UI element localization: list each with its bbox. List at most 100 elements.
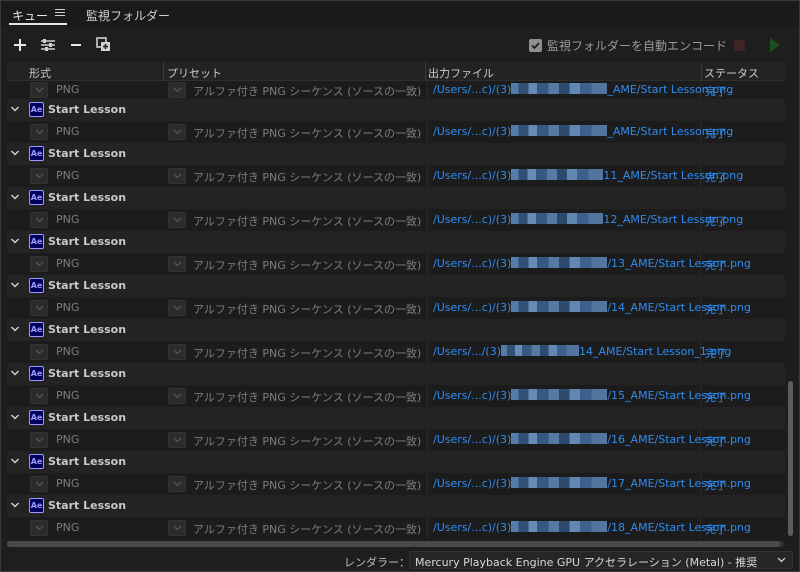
preset-value[interactable]: アルファ付き PNG シーケンス (ソースの一致) bbox=[193, 389, 421, 405]
expand-chevron-icon[interactable] bbox=[10, 104, 20, 114]
output-row[interactable]: PNG アルファ付き PNG シーケンス (ソースの一致) /Users/...… bbox=[7, 81, 785, 99]
status-value[interactable]: 完了 bbox=[705, 169, 727, 185]
add-source-button[interactable] bbox=[11, 36, 29, 54]
preset-value[interactable]: アルファ付き PNG シーケンス (ソースの一致) bbox=[193, 83, 421, 99]
panel-menu-icon[interactable] bbox=[55, 9, 65, 17]
expand-chevron-icon[interactable] bbox=[10, 368, 20, 378]
format-value[interactable]: PNG bbox=[56, 477, 79, 490]
preset-value[interactable]: アルファ付き PNG シーケンス (ソースの一致) bbox=[193, 345, 421, 361]
format-value[interactable]: PNG bbox=[56, 389, 79, 402]
column-header-format[interactable]: 形式 bbox=[29, 65, 51, 81]
status-value[interactable]: 完了 bbox=[705, 257, 727, 273]
format-value[interactable]: PNG bbox=[56, 83, 79, 96]
output-file-link[interactable]: /Users/...c)/(3) /15_AME/Start Lesson.png bbox=[433, 389, 751, 402]
format-dropdown[interactable] bbox=[30, 168, 48, 184]
output-file-link[interactable]: /Users/.../(3) 14_AME/Start Lesson_1.png bbox=[433, 345, 731, 358]
expand-chevron-icon[interactable] bbox=[10, 280, 20, 290]
status-value[interactable]: 完了 bbox=[705, 521, 727, 537]
output-row[interactable]: PNG アルファ付き PNG シーケンス (ソースの一致) /Users/...c)… bbox=[7, 429, 785, 451]
source-group-row[interactable]: Ae Start Lesson bbox=[7, 275, 785, 297]
expand-chevron-icon[interactable] bbox=[10, 236, 20, 246]
expand-chevron-icon[interactable] bbox=[10, 192, 20, 202]
expand-chevron-icon[interactable] bbox=[10, 324, 20, 334]
preset-dropdown[interactable] bbox=[168, 300, 186, 316]
output-row[interactable]: PNG アルファ付き PNG シーケンス (ソースの一致) /Users/...c)… bbox=[7, 165, 785, 187]
column-header-status[interactable]: ステータス bbox=[704, 65, 759, 81]
format-dropdown[interactable] bbox=[30, 256, 48, 272]
preset-dropdown[interactable] bbox=[168, 212, 186, 228]
tab-watch-folders[interactable]: 監視フォルダー bbox=[86, 7, 170, 24]
preset-settings-button[interactable] bbox=[39, 36, 57, 54]
format-value[interactable]: PNG bbox=[56, 213, 79, 226]
stop-button[interactable] bbox=[734, 40, 745, 51]
preset-value[interactable]: アルファ付き PNG シーケンス (ソースの一致) bbox=[193, 125, 421, 141]
column-header-preset[interactable]: プリセット bbox=[167, 65, 222, 81]
expand-chevron-icon[interactable] bbox=[10, 148, 20, 158]
preset-dropdown[interactable] bbox=[168, 82, 186, 98]
source-group-row[interactable]: Ae Start Lesson bbox=[7, 143, 785, 165]
expand-chevron-icon[interactable] bbox=[10, 500, 20, 510]
status-value[interactable]: 完了 bbox=[705, 389, 727, 405]
output-file-link[interactable]: /Users/...c)/(3) /14_AME/Start Lesson.png bbox=[433, 301, 751, 314]
status-value[interactable]: 完了 bbox=[705, 345, 727, 361]
source-group-row[interactable]: Ae Start Lesson bbox=[7, 231, 785, 253]
horizontal-scrollbar[interactable] bbox=[7, 541, 785, 547]
format-value[interactable]: PNG bbox=[56, 257, 79, 270]
preset-dropdown[interactable] bbox=[168, 168, 186, 184]
tab-queue[interactable]: キュー bbox=[12, 7, 48, 24]
source-group-row[interactable]: Ae Start Lesson bbox=[7, 451, 785, 473]
format-value[interactable]: PNG bbox=[56, 433, 79, 446]
preset-value[interactable]: アルファ付き PNG シーケンス (ソースの一致) bbox=[193, 477, 421, 493]
format-value[interactable]: PNG bbox=[56, 301, 79, 314]
format-dropdown[interactable] bbox=[30, 344, 48, 360]
preset-value[interactable]: アルファ付き PNG シーケンス (ソースの一致) bbox=[193, 257, 421, 273]
output-file-link[interactable]: /Users/...c)/(3) _AME/Start Lesson.png bbox=[433, 83, 733, 96]
vertical-scrollbar[interactable] bbox=[787, 81, 793, 540]
output-file-link[interactable]: /Users/...c)/(3) /18_AME/Start Lesson.png bbox=[433, 521, 751, 534]
preset-dropdown[interactable] bbox=[168, 476, 186, 492]
output-file-link[interactable]: /Users/...c)/(3) /13_AME/Start Lesson.png bbox=[433, 257, 751, 270]
source-group-row[interactable]: Ae Start Lesson bbox=[7, 495, 785, 517]
preset-value[interactable]: アルファ付き PNG シーケンス (ソースの一致) bbox=[193, 169, 421, 185]
output-row[interactable]: PNG アルファ付き PNG シーケンス (ソースの一致) /Users/...c)… bbox=[7, 473, 785, 495]
preset-value[interactable]: アルファ付き PNG シーケンス (ソースの一致) bbox=[193, 301, 421, 317]
expand-chevron-icon[interactable] bbox=[10, 412, 20, 422]
status-value[interactable]: 完了 bbox=[705, 83, 727, 99]
column-divider[interactable] bbox=[701, 62, 702, 81]
renderer-select[interactable]: Mercury Playback Engine GPU アクセラレーション (M… bbox=[409, 551, 793, 569]
horizontal-scroll-thumb[interactable] bbox=[7, 541, 781, 547]
duplicate-button[interactable] bbox=[95, 36, 113, 54]
expand-chevron-icon[interactable] bbox=[10, 456, 20, 466]
source-group-row[interactable]: Ae Start Lesson bbox=[7, 319, 785, 341]
format-dropdown[interactable] bbox=[30, 432, 48, 448]
status-value[interactable]: 完了 bbox=[705, 301, 727, 317]
vertical-scroll-thumb[interactable] bbox=[788, 381, 793, 536]
format-dropdown[interactable] bbox=[30, 82, 48, 98]
output-file-link[interactable]: /Users/...c)/(3) _AME/Start Lesson.png bbox=[433, 125, 733, 138]
column-header-output[interactable]: 出力ファイル bbox=[428, 65, 494, 81]
column-divider[interactable] bbox=[163, 62, 164, 81]
format-value[interactable]: PNG bbox=[56, 521, 79, 534]
output-row[interactable]: PNG アルファ付き PNG シーケンス (ソースの一致) /Users/...c)… bbox=[7, 517, 785, 539]
preset-value[interactable]: アルファ付き PNG シーケンス (ソースの一致) bbox=[193, 433, 421, 449]
format-value[interactable]: PNG bbox=[56, 345, 79, 358]
preset-value[interactable]: アルファ付き PNG シーケンス (ソースの一致) bbox=[193, 213, 421, 229]
output-row[interactable]: PNG アルファ付き PNG シーケンス (ソースの一致) /Users/...c)… bbox=[7, 297, 785, 319]
output-row[interactable]: PNG アルファ付き PNG シーケンス (ソースの一致) /Users/.../(… bbox=[7, 341, 785, 363]
preset-dropdown[interactable] bbox=[168, 432, 186, 448]
output-file-link[interactable]: /Users/...c)/(3) 12_AME/Start Lesson.png bbox=[433, 213, 743, 226]
format-dropdown[interactable] bbox=[30, 124, 48, 140]
source-group-row[interactable]: Ae Start Lesson bbox=[7, 407, 785, 429]
remove-button[interactable] bbox=[67, 36, 85, 54]
source-group-row[interactable]: Ae Start Lesson bbox=[7, 363, 785, 385]
output-file-link[interactable]: /Users/...c)/(3) /16_AME/Start Lesson.png bbox=[433, 433, 751, 446]
status-value[interactable]: 完了 bbox=[705, 433, 727, 449]
preset-dropdown[interactable] bbox=[168, 256, 186, 272]
status-value[interactable]: 完了 bbox=[705, 477, 727, 493]
preset-dropdown[interactable] bbox=[168, 520, 186, 536]
format-dropdown[interactable] bbox=[30, 520, 48, 536]
source-group-row[interactable]: Ae Start Lesson bbox=[7, 99, 785, 121]
output-file-link[interactable]: /Users/...c)/(3) 11_AME/Start Lesson.png bbox=[433, 169, 743, 182]
output-row[interactable]: PNG アルファ付き PNG シーケンス (ソースの一致) /Users/...c)… bbox=[7, 209, 785, 231]
format-dropdown[interactable] bbox=[30, 388, 48, 404]
